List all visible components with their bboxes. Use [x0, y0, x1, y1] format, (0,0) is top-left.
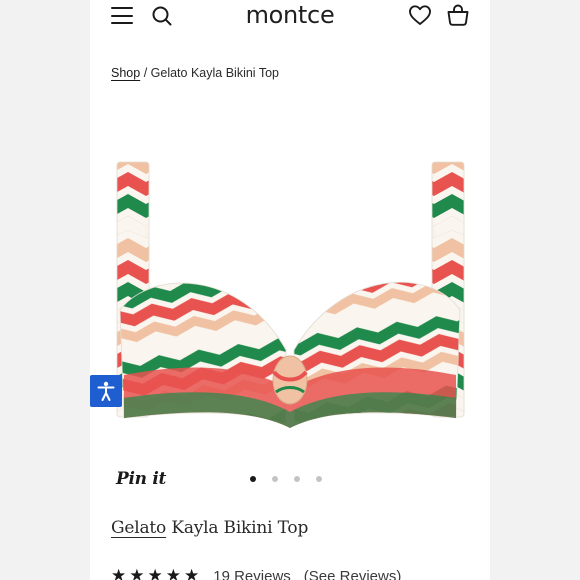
product-rating: ★ ★ ★ ★ ★ 19 Reviews (See Reviews)	[111, 566, 401, 580]
breadcrumb-shop-link[interactable]: Shop	[111, 66, 140, 80]
gallery-dot-1[interactable]	[250, 476, 256, 482]
site-header: montce	[90, 0, 490, 32]
product-title-brand[interactable]: Gelato	[111, 518, 166, 538]
breadcrumb-separator: /	[143, 66, 148, 80]
review-count: 19 Reviews	[213, 567, 291, 580]
accessibility-icon[interactable]	[90, 375, 122, 407]
pin-it-button[interactable]: Pin it	[116, 469, 166, 489]
product-page: montce Shop / Gelato Kayla Bikini Top Pi…	[90, 0, 490, 580]
see-reviews-link[interactable]: (See Reviews)	[304, 568, 402, 580]
star-icon: ★	[184, 566, 200, 580]
breadcrumb-current: Gelato Kayla Bikini Top	[150, 66, 279, 80]
site-logo[interactable]: montce	[246, 1, 335, 29]
gallery-dot-4[interactable]	[316, 476, 322, 482]
heart-icon[interactable]	[408, 4, 432, 26]
product-title-name: Kayla Bikini Top	[171, 518, 309, 538]
star-icon: ★	[147, 566, 163, 580]
gallery-dot-3[interactable]	[294, 476, 300, 482]
star-icon: ★	[129, 566, 145, 580]
hamburger-menu-icon[interactable]	[111, 7, 133, 24]
shopping-bag-icon[interactable]	[446, 3, 470, 27]
product-title: Gelato Kayla Bikini Top	[111, 518, 308, 538]
star-icon: ★	[111, 566, 127, 580]
bikini-top-image[interactable]	[110, 150, 470, 450]
gallery-pagination	[250, 476, 322, 482]
star-icon: ★	[165, 566, 181, 580]
gallery-dot-2[interactable]	[272, 476, 278, 482]
search-icon[interactable]	[151, 5, 173, 27]
accessibility-figure-icon	[97, 381, 115, 401]
breadcrumb: Shop / Gelato Kayla Bikini Top	[111, 66, 279, 80]
